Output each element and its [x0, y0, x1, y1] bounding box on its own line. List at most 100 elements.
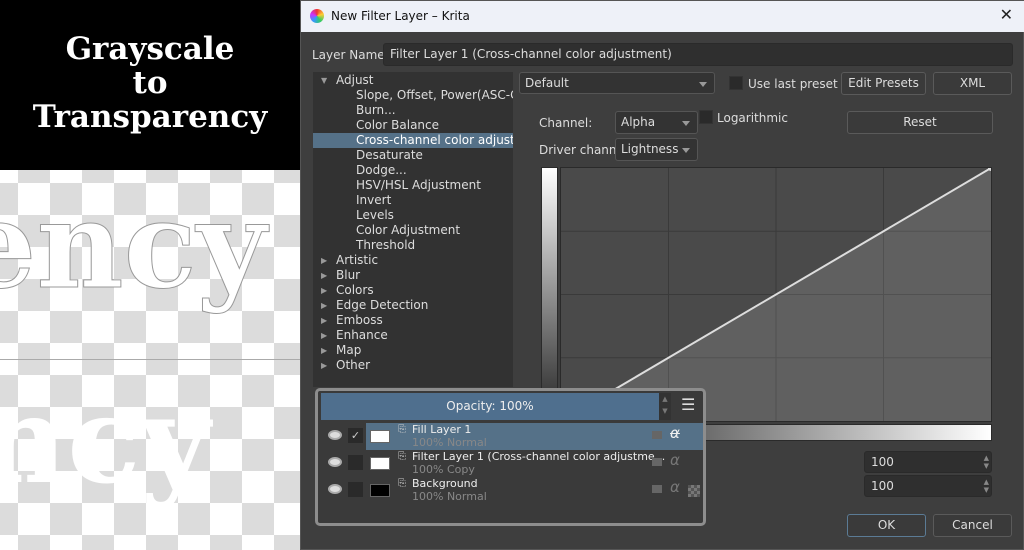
filter-tree-label: Map: [336, 343, 362, 357]
edit-presets-button[interactable]: Edit Presets: [841, 72, 926, 95]
guide-line: [0, 359, 300, 360]
layer-checkbox[interactable]: ✓: [348, 428, 363, 443]
filter-tree-label: Colors: [336, 283, 374, 297]
filter-tree-label: Desaturate: [356, 148, 423, 162]
canvas-area: Grayscale to Transparency ency ncy: [0, 0, 300, 550]
filter-tree-item[interactable]: Cross-channel color adjustment: [313, 133, 513, 148]
alpha-lock-icon[interactable]: α: [670, 451, 680, 469]
filter-tree[interactable]: ▼ AdjustSlope, Offset, Power(ASC-CDL)Burn…: [313, 72, 513, 387]
opacity-stepper[interactable]: ▲ ▼: [659, 393, 671, 420]
layer-type-icon: ⎘: [398, 424, 406, 435]
layer-type-icon: ⎘: [398, 451, 406, 462]
spin-value: 100: [871, 455, 894, 469]
logarithmic-checkbox[interactable]: [699, 110, 713, 124]
filter-tree-label: Invert: [356, 193, 392, 207]
layer-thumbnail: [370, 484, 390, 497]
filter-tree-label: Levels: [356, 208, 394, 222]
driver-channel-label: Driver channel: [539, 143, 628, 157]
eye-icon[interactable]: [328, 457, 342, 467]
filter-tree-label: Threshold: [356, 238, 416, 252]
alpha-lock-icon[interactable]: α: [670, 478, 680, 496]
filter-tree-label: Color Balance: [356, 118, 440, 132]
banner-line: Grayscale: [65, 31, 235, 67]
ok-button[interactable]: OK: [847, 514, 926, 537]
filter-tree-label: Dodge...: [356, 163, 407, 177]
layer-checkbox[interactable]: [348, 455, 363, 470]
layer-name-label: Layer Name:: [312, 48, 389, 62]
window-title: New Filter Layer – Krita: [331, 9, 470, 23]
layer-checkbox[interactable]: [348, 482, 363, 497]
layer-row[interactable]: ⎘ Background 100% Normal α: [318, 477, 703, 504]
layer-name-input[interactable]: Filter Layer 1 (Cross-channel color adju…: [383, 43, 1013, 66]
spinbox-input-value[interactable]: 100 ▲ ▼: [864, 451, 992, 473]
chevron-right-icon[interactable]: ▶: [321, 343, 327, 358]
chevron-right-icon[interactable]: ▶: [321, 268, 327, 283]
filter-tree-label: Slope, Offset, Power(ASC-CDL): [356, 88, 513, 102]
layer-blend-info: 100% Copy: [412, 463, 475, 476]
filter-tree-label: Adjust: [336, 73, 374, 87]
lock-icon[interactable]: [652, 458, 662, 466]
layer-row[interactable]: ⎘ Filter Layer 1 (Cross-channel color ad…: [318, 450, 703, 477]
layer-type-icon: ⎘: [398, 478, 406, 489]
filter-tree-label: Emboss: [336, 313, 383, 327]
close-icon[interactable]: ✕: [1000, 5, 1013, 24]
filter-tree-label: HSV/HSL Adjustment: [356, 178, 481, 192]
driver-channel-combo[interactable]: Lightness: [615, 138, 698, 161]
filter-tree-label: Blur: [336, 268, 361, 282]
preset-combo[interactable]: Default: [519, 72, 715, 94]
spin-arrows-icon[interactable]: ▲ ▼: [984, 454, 989, 470]
layer-thumbnail: [370, 430, 390, 443]
layer-row[interactable]: ✓ ⎘ Fill Layer 1 100% Normal α: [318, 423, 703, 450]
canvas-text-top: ency: [0, 175, 267, 317]
cancel-button[interactable]: Cancel: [933, 514, 1012, 537]
xml-button[interactable]: XML: [933, 72, 1012, 95]
curve-editor[interactable]: [560, 167, 992, 422]
spin-arrows-icon[interactable]: ▲ ▼: [984, 478, 989, 494]
chevron-right-icon[interactable]: ▶: [321, 313, 327, 328]
chevron-right-icon[interactable]: ▶: [321, 358, 327, 373]
layer-thumbnail: [370, 457, 390, 470]
layer-name: Background: [412, 477, 478, 490]
opacity-slider[interactable]: Opacity: 100%: [321, 393, 659, 420]
use-last-preset-label: Use last preset: [748, 77, 838, 91]
banner-line: to: [132, 65, 168, 101]
layer-name: Filter Layer 1 (Cross-channel color adju…: [412, 450, 666, 463]
reset-button[interactable]: Reset: [847, 111, 993, 134]
filter-tree-label: Artistic: [336, 253, 379, 267]
spinbox-output-value[interactable]: 100 ▲ ▼: [864, 475, 992, 497]
channel-combo[interactable]: Alpha: [615, 111, 698, 134]
chevron-right-icon[interactable]: ▶: [321, 328, 327, 343]
filter-tree-label: Color Adjustment: [356, 223, 461, 237]
canvas-banner: Grayscale to Transparency: [0, 0, 300, 170]
channel-label: Channel:: [539, 116, 593, 130]
layer-blend-info: 100% Normal: [412, 490, 487, 503]
curve-svg[interactable]: [561, 168, 991, 421]
chevron-right-icon[interactable]: ▶: [321, 283, 327, 298]
layers-popup: Opacity: 100% ▲ ▼ ☰ ✓ ⎘ Fill Layer 1 100%…: [315, 388, 706, 526]
filter-tree-label: Other: [336, 358, 371, 372]
eye-icon[interactable]: [328, 484, 342, 494]
use-last-preset-checkbox[interactable]: [729, 76, 743, 90]
krita-logo-icon: [310, 9, 324, 23]
filter-tree-label: Burn...: [356, 103, 396, 117]
alpha-lock-icon[interactable]: α: [670, 424, 680, 442]
spin-value: 100: [871, 479, 894, 493]
lock-icon[interactable]: [652, 431, 662, 439]
transparency-icon: [688, 485, 700, 497]
banner-line: Transparency: [32, 99, 268, 135]
filter-tree-label: Edge Detection: [336, 298, 429, 312]
layer-name: Fill Layer 1: [412, 423, 472, 436]
title-bar: New Filter Layer – Krita ✕: [301, 1, 1024, 32]
filter-tree-label: Cross-channel color adjustment: [356, 133, 513, 147]
chevron-right-icon[interactable]: ▶: [321, 298, 327, 313]
logarithmic-label: Logarithmic: [717, 111, 788, 125]
layer-blend-info: 100% Normal: [412, 436, 487, 449]
eye-icon[interactable]: [328, 430, 342, 440]
output-gradient-bar: [541, 167, 558, 422]
chevron-down-icon[interactable]: ▼: [321, 73, 327, 88]
chevron-right-icon[interactable]: ▶: [321, 253, 327, 268]
filter-tree-label: Enhance: [336, 328, 388, 342]
lock-icon[interactable]: [652, 485, 662, 493]
menu-icon[interactable]: ☰: [681, 395, 695, 414]
canvas-text-bottom: ncy: [0, 370, 211, 511]
